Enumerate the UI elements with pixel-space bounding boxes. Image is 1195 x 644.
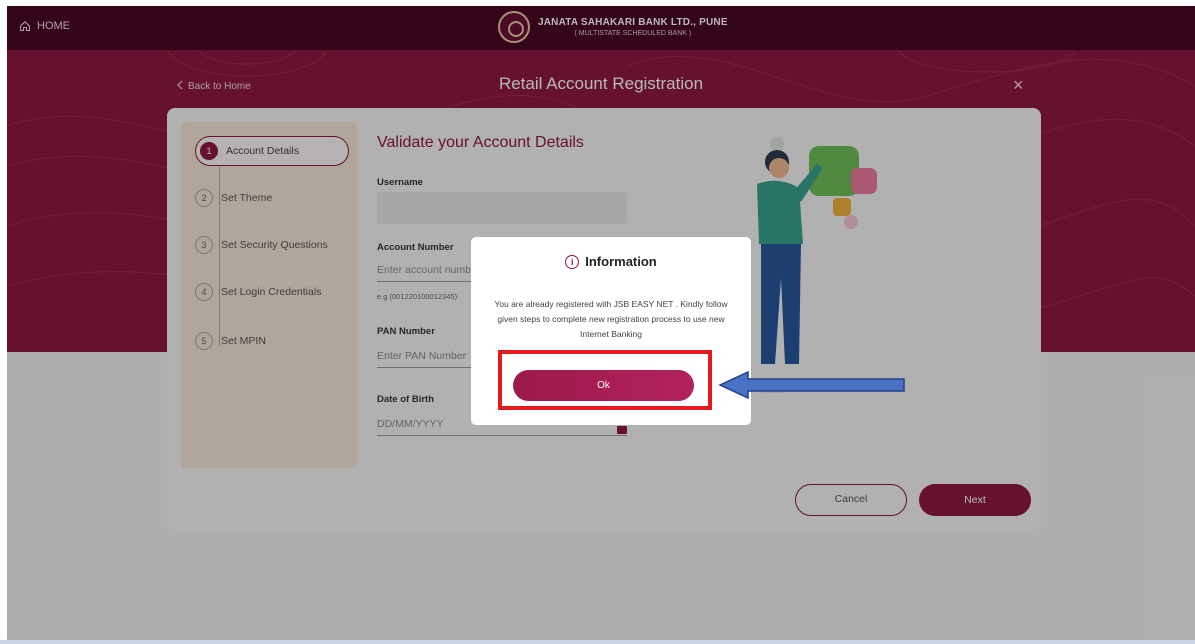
bottom-strip [0,640,1195,644]
dialog-message: You are already registered with JSB EASY… [494,299,728,339]
dialog-header: i Information [471,254,751,269]
info-icon: i [565,254,580,269]
dialog-title: Information [585,254,657,269]
arrow-left-icon [718,370,905,400]
ok-button[interactable]: Ok [513,370,694,401]
app-window: HOME JANATA SAHAKARI BANK LTD., PUNE ( M… [7,6,1195,640]
